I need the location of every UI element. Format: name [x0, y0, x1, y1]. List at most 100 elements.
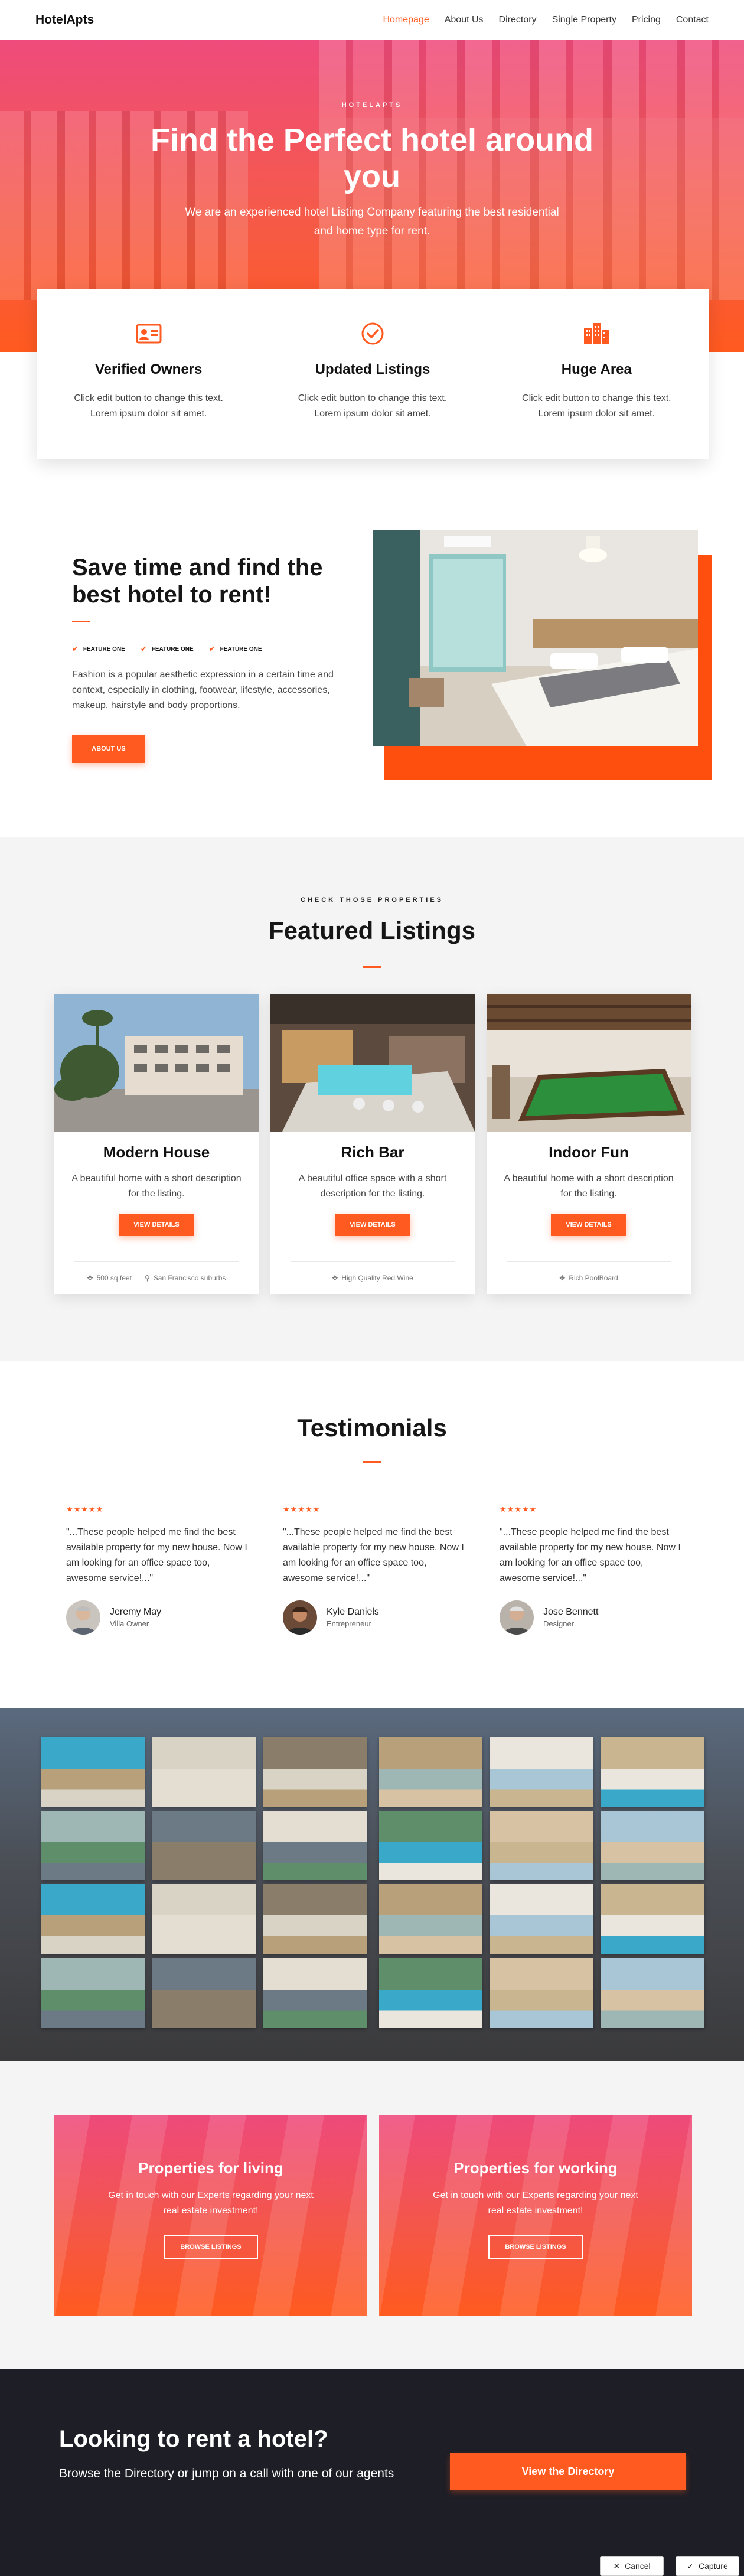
capture-button[interactable]: ✓ Capture — [676, 2556, 739, 2576]
gallery-photo[interactable] — [379, 1811, 482, 1880]
gallery-photo[interactable] — [152, 1958, 256, 2028]
gallery-photo[interactable] — [152, 1811, 256, 1880]
nav-contact[interactable]: Contact — [676, 15, 709, 25]
hotel-room-photo — [373, 530, 698, 746]
gallery-photo[interactable] — [263, 1958, 367, 2028]
view-details-button[interactable]: VIEW DETAILS — [119, 1214, 194, 1236]
listing-title[interactable]: Rich Bar — [270, 1143, 475, 1162]
check-circle-icon — [359, 320, 386, 347]
check-icon: ✔ — [208, 644, 216, 653]
author-name: Kyle Daniels — [327, 1607, 379, 1617]
avatar — [66, 1600, 100, 1635]
feature-checklist: ✔ FEATURE ONE ✔ FEATURE ONE ✔ FEATURE ONE — [72, 644, 262, 654]
about-us-button[interactable]: ABOUT US — [72, 735, 145, 763]
star-rating-icon: ★★★★★ — [283, 1505, 321, 1514]
listings-eyebrow: CHECK THOSE PROPERTIES — [300, 896, 444, 904]
checklist-item: ✔ FEATURE ONE — [72, 644, 125, 653]
feature-updated-listings: Updated Listings Click edit button to ch… — [260, 289, 484, 459]
listing-photo-modern-house[interactable] — [54, 994, 259, 1132]
hero-subtitle: We are an experienced hotel Listing Comp… — [185, 206, 559, 237]
gallery-photo[interactable] — [379, 1884, 482, 1954]
testimonial: ★★★★★ "...These people helped me find th… — [283, 1505, 466, 1635]
top-navbar: HotelApts Homepage About Us Directory Si… — [0, 0, 744, 40]
testimonial-quote: "...These people helped me find the best… — [66, 1527, 247, 1583]
footer-title: Looking to rent a hotel? — [59, 2426, 328, 2452]
view-details-button[interactable]: VIEW DETAILS — [551, 1214, 626, 1236]
hero-eyebrow: HOTELAPTS — [341, 102, 403, 109]
gallery-photo[interactable] — [41, 1737, 145, 1807]
listing-title[interactable]: Modern House — [54, 1143, 259, 1162]
feature-huge-area: Huge Area Click edit button to change th… — [485, 289, 709, 459]
gallery-photo[interactable] — [379, 1737, 482, 1807]
view-details-button[interactable]: VIEW DETAILS — [335, 1214, 410, 1236]
gallery-photo[interactable] — [490, 1958, 593, 2028]
gallery-photo[interactable] — [601, 1737, 704, 1807]
listing-card: Modern House A beautiful home with a sho… — [54, 994, 259, 1294]
listings-title: Featured Listings — [268, 917, 476, 944]
box-text: Get in touch with our Experts regarding … — [108, 2190, 314, 2216]
hero-title: Find the Perfect hotel around you — [150, 122, 594, 194]
main-nav: Homepage About Us Directory Single Prope… — [383, 15, 709, 25]
gallery-photo[interactable] — [152, 1884, 256, 1954]
gallery-photo[interactable] — [490, 1884, 593, 1954]
gallery-photo[interactable] — [41, 1958, 145, 2028]
checklist-item: ✔ FEATURE ONE — [140, 644, 194, 653]
feature-title: Verified Owners — [94, 361, 203, 377]
title-underline — [72, 621, 90, 622]
listing-description: A beautiful home with a short descriptio… — [71, 1173, 242, 1199]
listing-description: A beautiful home with a short descriptio… — [504, 1173, 674, 1199]
gallery-photo[interactable] — [41, 1884, 145, 1954]
footer-text: Browse the Directory or jump on a call w… — [59, 2467, 394, 2480]
gallery-photo[interactable] — [263, 1737, 367, 1807]
view-directory-button[interactable]: View the Directory — [450, 2453, 686, 2490]
capture-label: Capture — [698, 2561, 728, 2571]
gallery-photo[interactable] — [601, 1811, 704, 1880]
nav-pricing[interactable]: Pricing — [632, 15, 661, 25]
save-title: Save time and find the best hotel to ren… — [72, 555, 323, 608]
listing-meta: ✥ Rich PoolBoard — [507, 1261, 671, 1282]
nav-single-property[interactable]: Single Property — [552, 15, 616, 25]
feature-text: Click edit button to change this text. L… — [522, 393, 671, 419]
gallery-photo[interactable] — [601, 1958, 704, 2028]
footer-cta: Looking to rent a hotel? Browse the Dire… — [0, 2369, 744, 2576]
brand-logo[interactable]: HotelApts — [35, 13, 94, 27]
gallery-photo[interactable] — [263, 1884, 367, 1954]
author-name: Jose Bennett — [543, 1607, 599, 1617]
gallery-photo[interactable] — [490, 1737, 593, 1807]
testimonials-title: Testimonials — [297, 1414, 447, 1442]
listing-meta-item: ✥ 500 sq feet — [87, 1274, 132, 1282]
listing-meta: ✥ 500 sq feet ⚲ San Francisco suburbs — [74, 1261, 239, 1282]
gallery-photo[interactable] — [41, 1811, 145, 1880]
close-icon: ✕ — [613, 2561, 621, 2571]
listing-photo-rich-bar[interactable] — [270, 994, 475, 1132]
gallery-photo[interactable] — [490, 1811, 593, 1880]
featured-listings-section: CHECK THOSE PROPERTIES Featured Listings… — [0, 837, 744, 1361]
features-panel: Verified Owners Click edit button to cha… — [37, 289, 709, 459]
box-text: Get in touch with our Experts regarding … — [433, 2190, 638, 2216]
listing-card: Indoor Fun A beautiful home with a short… — [487, 994, 691, 1294]
gallery-photo[interactable] — [152, 1737, 256, 1807]
nav-directory[interactable]: Directory — [499, 15, 537, 25]
properties-living-box: Properties for living Get in touch with … — [54, 2115, 367, 2316]
feature-verified-owners: Verified Owners Click edit button to cha… — [37, 289, 260, 459]
nav-homepage[interactable]: Homepage — [383, 15, 429, 25]
cancel-label: Cancel — [625, 2561, 651, 2571]
browse-listings-button[interactable]: BROWSE LISTINGS — [164, 2235, 258, 2259]
author-role: Designer — [543, 1619, 575, 1628]
nav-about-us[interactable]: About Us — [445, 15, 484, 25]
listing-title[interactable]: Indoor Fun — [487, 1143, 691, 1162]
cancel-button[interactable]: ✕ Cancel — [600, 2556, 664, 2576]
listing-description: A beautiful office space with a short de… — [298, 1173, 447, 1199]
box-title: Properties for living — [138, 2159, 283, 2177]
save-time-section: Save time and find the best hotel to ren… — [0, 459, 744, 837]
title-underline — [363, 966, 381, 968]
location-pin-icon: ⚲ — [144, 1274, 150, 1282]
gallery-photo[interactable] — [601, 1884, 704, 1954]
browse-listings-button[interactable]: BROWSE LISTINGS — [488, 2235, 583, 2259]
testimonial-author: Jeremy May Villa Owner — [66, 1600, 249, 1635]
gallery-photo[interactable] — [379, 1958, 482, 2028]
avatar — [283, 1600, 317, 1635]
area-icon: ✥ — [332, 1274, 338, 1282]
gallery-photo[interactable] — [263, 1811, 367, 1880]
listing-photo-indoor-fun[interactable] — [487, 994, 691, 1132]
